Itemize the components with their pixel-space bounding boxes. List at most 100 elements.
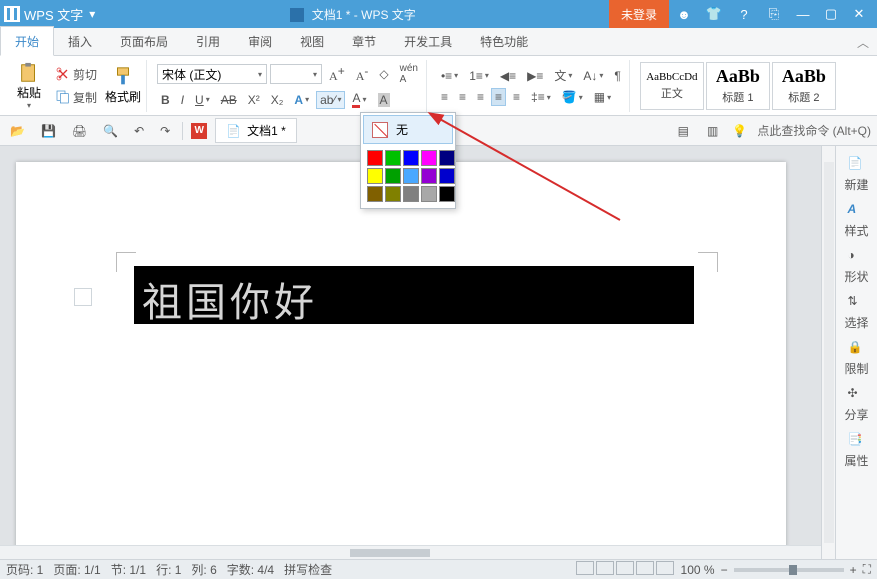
status-pageno[interactable]: 页码: 1: [6, 561, 43, 578]
color-swatch[interactable]: [421, 150, 437, 166]
search-commands[interactable]: 点此查找命令 (Alt+Q): [757, 122, 871, 139]
color-swatch[interactable]: [439, 186, 455, 202]
color-swatch[interactable]: [403, 186, 419, 202]
highlight-button[interactable]: ab⁄▾: [316, 91, 345, 109]
document-page[interactable]: 祖国你好: [16, 162, 786, 559]
paste-options-popup[interactable]: [74, 288, 92, 306]
cut-button[interactable]: 剪切: [51, 64, 101, 85]
undo-button[interactable]: ↶: [130, 122, 148, 140]
color-swatch[interactable]: [367, 186, 383, 202]
horizontal-scrollbar[interactable]: [0, 545, 821, 559]
skin-icon[interactable]: ☻: [669, 0, 699, 28]
sidepanel-styles[interactable]: A样式: [838, 200, 876, 240]
color-swatch[interactable]: [385, 150, 401, 166]
distribute-button[interactable]: ≡: [509, 88, 524, 106]
sidepanel-props[interactable]: 📑属性: [838, 430, 876, 470]
status-pages[interactable]: 页面: 1/1: [53, 561, 100, 578]
style-heading2[interactable]: AaBb 标题 2: [772, 62, 836, 110]
tab-start[interactable]: 开始: [0, 26, 54, 56]
align-right-button[interactable]: ≡: [473, 88, 488, 106]
status-spellcheck[interactable]: 拼写检查: [284, 561, 332, 578]
borders-button[interactable]: ▦▾: [590, 88, 615, 106]
fullscreen-button[interactable]: ⛶: [863, 562, 871, 577]
bullets-button[interactable]: •≡▾: [437, 67, 462, 85]
zoom-in-button[interactable]: +: [850, 563, 857, 577]
subscript-button[interactable]: X₂: [267, 91, 288, 109]
sidepanel-shapes[interactable]: ◑形状: [838, 246, 876, 286]
sidepanel-new[interactable]: 📄新建: [838, 154, 876, 194]
sidepanel-select[interactable]: ⇅选择: [838, 292, 876, 332]
formatpainter-button[interactable]: 格式刷: [104, 66, 142, 105]
tab-pagelayout[interactable]: 页面布局: [106, 27, 182, 55]
line-spacing-button[interactable]: ‡≡▾: [527, 88, 555, 106]
no-color-option[interactable]: 无: [363, 115, 453, 144]
login-button[interactable]: 未登录: [609, 0, 669, 28]
font-color-button[interactable]: A▾: [348, 89, 370, 110]
open-file-button[interactable]: 📂: [6, 122, 29, 140]
copy-button[interactable]: 复制: [51, 87, 101, 108]
increase-indent-button[interactable]: ▶≡: [523, 67, 547, 85]
save-button[interactable]: 💾: [37, 122, 60, 140]
tab-references[interactable]: 引用: [182, 27, 234, 55]
help-icon[interactable]: ?: [729, 0, 759, 28]
shrink-font-button[interactable]: A-: [352, 62, 373, 86]
paste-button[interactable]: 粘贴 ▾: [10, 62, 48, 110]
zoom-out-button[interactable]: −: [721, 563, 728, 577]
maximize-button[interactable]: ▢: [817, 0, 845, 28]
decrease-indent-button[interactable]: ◀≡: [496, 67, 520, 85]
clear-format-button[interactable]: ◇: [375, 65, 392, 83]
status-line[interactable]: 行: 1: [156, 561, 181, 578]
app-menu-dropdown[interactable]: ▾: [87, 7, 97, 21]
align-justify-button[interactable]: ≡: [491, 88, 506, 106]
shading-button[interactable]: 🪣▾: [558, 88, 587, 106]
color-swatch[interactable]: [367, 168, 383, 184]
style-heading1[interactable]: AaBb 标题 1: [706, 62, 770, 110]
print-button[interactable]: 🖨: [68, 122, 91, 140]
print-preview-button[interactable]: 🔍: [99, 122, 122, 140]
collapse-ribbon-icon[interactable]: ︿: [849, 30, 877, 55]
tab-insert[interactable]: 插入: [54, 27, 106, 55]
asian-layout-button[interactable]: 文▾: [550, 65, 576, 86]
style-normal[interactable]: AaBbCcDd 正文: [640, 62, 704, 110]
tab-devtools[interactable]: 开发工具: [390, 27, 466, 55]
tab-featured[interactable]: 特色功能: [466, 27, 542, 55]
selected-text[interactable]: 祖国你好: [134, 266, 694, 324]
nav-pane-button[interactable]: ▤: [674, 122, 693, 140]
wps-home-icon[interactable]: W: [191, 123, 207, 139]
font-size-select[interactable]: ▾: [270, 64, 322, 84]
status-section[interactable]: 节: 1/1: [111, 561, 146, 578]
tshirt-icon[interactable]: 👕: [699, 0, 729, 28]
align-center-button[interactable]: ≡: [455, 88, 470, 106]
color-swatch[interactable]: [385, 168, 401, 184]
font-family-select[interactable]: 宋体 (正文)▾: [157, 64, 267, 84]
tab-chapter[interactable]: 章节: [338, 27, 390, 55]
text-effects-button[interactable]: A▾: [290, 91, 313, 109]
superscript-button[interactable]: X²: [244, 91, 264, 109]
phonetic-guide-button[interactable]: wénA: [396, 61, 422, 87]
color-swatch[interactable]: [439, 150, 455, 166]
grow-font-button[interactable]: A+: [325, 62, 349, 86]
color-swatch[interactable]: [439, 168, 455, 184]
color-swatch[interactable]: [403, 168, 419, 184]
sidepanel-share[interactable]: ✣分享: [838, 384, 876, 424]
bold-button[interactable]: B: [157, 91, 174, 109]
minimize-button[interactable]: —: [789, 0, 817, 28]
tab-view[interactable]: 视图: [286, 27, 338, 55]
italic-button[interactable]: I: [177, 91, 188, 109]
document-tab[interactable]: 📄 文档1 *: [215, 118, 297, 143]
sidepanel-restrict[interactable]: 🔒限制: [838, 338, 876, 378]
color-swatch[interactable]: [385, 186, 401, 202]
color-swatch[interactable]: [421, 168, 437, 184]
showmarks-button[interactable]: ¶: [610, 67, 624, 85]
zoom-value[interactable]: 100 %: [681, 563, 715, 577]
view-buttons[interactable]: [575, 561, 675, 578]
redo-button[interactable]: ↷: [156, 122, 174, 140]
strikethrough-button[interactable]: AB: [217, 91, 241, 109]
char-shading-button[interactable]: A: [374, 91, 394, 109]
status-col[interactable]: 列: 6: [191, 561, 216, 578]
align-left-button[interactable]: ≡: [437, 88, 452, 106]
close-button[interactable]: ✕: [845, 0, 873, 28]
tab-review[interactable]: 审阅: [234, 27, 286, 55]
sort-button[interactable]: A↓▾: [579, 67, 607, 85]
status-chars[interactable]: 字数: 4/4: [227, 561, 274, 578]
